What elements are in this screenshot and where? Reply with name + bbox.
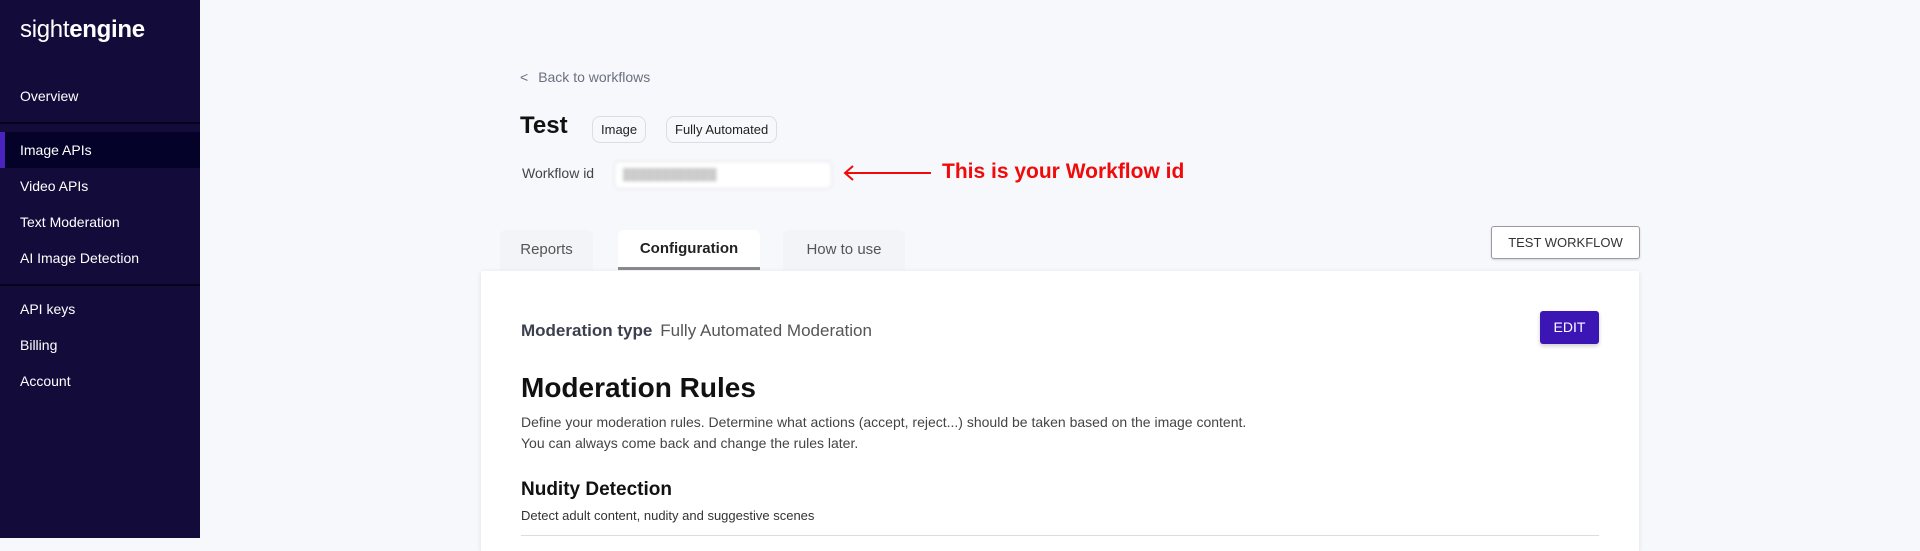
logo[interactable]: sightengine bbox=[20, 16, 145, 44]
sidebar-item-video-apis[interactable]: Video APIs bbox=[0, 168, 200, 204]
sidebar-item-api-keys[interactable]: API keys bbox=[0, 291, 200, 327]
description-line: Define your moderation rules. Determine … bbox=[521, 414, 1247, 430]
moderation-rules-title: Moderation Rules bbox=[521, 372, 756, 403]
sidebar: sightengine Overview Image APIs Video AP… bbox=[0, 0, 200, 538]
workflow-id-annotation: This is your Workflow id bbox=[942, 160, 1185, 183]
logo-text-bold: engine bbox=[69, 16, 145, 43]
moderation-type-label: Moderation type bbox=[521, 321, 653, 340]
sidebar-divider bbox=[0, 284, 200, 286]
workflow-id-field[interactable]: ████████████ bbox=[614, 161, 832, 189]
tab-reports[interactable]: Reports bbox=[500, 230, 593, 270]
section-divider bbox=[521, 535, 1599, 536]
page-title: Test bbox=[520, 112, 568, 139]
test-workflow-button[interactable]: TEST WORKFLOW bbox=[1491, 226, 1640, 259]
sidebar-item-ai-image-detection[interactable]: AI Image Detection bbox=[0, 240, 200, 276]
badge-image: Image bbox=[592, 116, 647, 143]
tab-how-to-use[interactable]: How to use bbox=[783, 230, 905, 270]
workflow-id-label: Workflow id bbox=[522, 165, 595, 181]
sidebar-item-billing[interactable]: Billing bbox=[0, 327, 200, 363]
back-to-workflows-link[interactable]: < Back to workflows bbox=[520, 69, 650, 85]
sidebar-item-text-moderation[interactable]: Text Moderation bbox=[0, 204, 200, 240]
sidebar-divider bbox=[0, 122, 200, 124]
badge-fully-automated: Fully Automated bbox=[666, 116, 778, 143]
logo-text-light: sight bbox=[20, 16, 70, 43]
chevron-left-icon: < bbox=[520, 69, 529, 85]
moderation-type: Moderation type Fully Automated Moderatio… bbox=[521, 321, 872, 341]
moderation-type-value: Fully Automated Moderation bbox=[660, 321, 872, 340]
moderation-rules-description: Define your moderation rules. Determine … bbox=[521, 412, 1246, 454]
sidebar-item-image-apis[interactable]: Image APIs bbox=[0, 132, 200, 168]
back-label: Back to workflows bbox=[538, 69, 651, 85]
edit-button[interactable]: EDIT bbox=[1540, 311, 1599, 344]
sidebar-item-overview[interactable]: Overview bbox=[0, 78, 200, 114]
description-line: You can always come back and change the … bbox=[521, 435, 859, 451]
nudity-detection-title: Nudity Detection bbox=[521, 479, 672, 500]
nudity-detection-description: Detect adult content, nudity and suggest… bbox=[521, 508, 815, 523]
arrow-left-icon bbox=[843, 165, 931, 181]
tab-configuration[interactable]: Configuration bbox=[618, 230, 760, 270]
sidebar-item-account[interactable]: Account bbox=[0, 363, 200, 399]
